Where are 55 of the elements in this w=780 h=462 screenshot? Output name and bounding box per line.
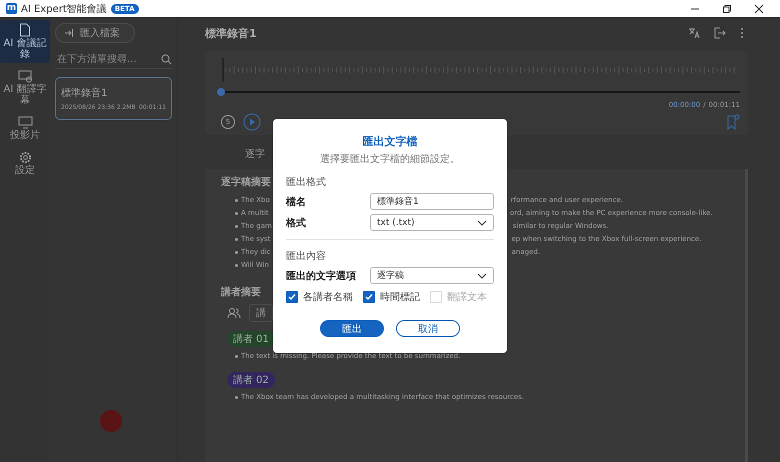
chevron-down-icon [477,220,487,226]
nav-item[interactable]: 投影片 [0,113,50,144]
bullet-dot [235,238,238,241]
app-title: AI Expert智能會議 [21,2,107,16]
dialog-subtitle: 選擇要匯出文字檔的細節設定。 [320,152,460,166]
chevron-down-icon [477,272,487,278]
checkbox-label: 時間標記 [380,290,420,304]
search-icon [161,54,172,65]
field-label: 格式 [286,216,307,230]
field-label: 匯出的文字選項 [286,269,357,282]
bullet-dot [235,251,238,254]
export-button[interactable]: 匯出 [320,320,384,337]
bullet-dot [235,225,238,228]
bullet-dot [235,396,238,399]
transcript-tab[interactable]: 逐字 [245,147,265,161]
import-icon [64,28,74,38]
speaker-tag: 講者 02 [227,372,275,388]
import-file-button[interactable]: 匯入檔案 [55,23,135,43]
bullet-dot [235,264,238,267]
section-label: 匯出格式 [286,176,327,189]
restore-icon[interactable] [722,4,732,14]
app-logo: m [6,3,17,14]
checkbox[interactable] [363,291,375,303]
screen-icon [18,70,32,83]
search-field[interactable]: 在下方清單搜尋... [55,51,172,69]
nav-item[interactable]: AI 會議記錄 [0,20,50,63]
more-icon[interactable] [740,27,744,39]
text-option-dropdown[interactable]: 逐字稿 [370,267,494,284]
recording-title: 標準錄音1 [205,26,257,40]
settings-icon [18,151,32,164]
section-heading: 逐字稿摘要 [221,175,271,189]
filename-input[interactable]: 標準錄音1 [370,193,494,210]
speaker-tag: 講者 01 [227,331,275,347]
nav-item[interactable]: 設定 [0,148,50,179]
close-icon[interactable] [754,4,764,14]
bullet-dot [235,212,238,215]
monitor-icon [18,116,32,129]
nav-item[interactable]: AI 翻譯字幕 [0,67,50,109]
field-label: 檔名 [286,196,307,208]
recording-name: 標準錄音1 [61,86,108,100]
dialog-title: 匯出文字檔 [362,134,418,149]
people-icon [227,307,241,319]
document-icon [19,23,31,37]
cancel-button[interactable]: 取消 [396,320,460,337]
format-dropdown[interactable]: txt (.txt) [370,214,494,231]
bullet-dot [235,355,238,358]
checkbox[interactable] [286,291,298,303]
export-icon[interactable] [714,27,726,39]
section-heading: 講者摘要 [221,285,261,299]
translate-icon[interactable] [688,27,700,39]
bullet-dot [235,199,238,202]
checkbox-label: 各講者名稱 [303,290,353,304]
section-label: 匯出內容 [286,250,327,263]
checkbox-label: 翻譯文本 [447,290,487,304]
progress-handle[interactable] [217,88,225,96]
